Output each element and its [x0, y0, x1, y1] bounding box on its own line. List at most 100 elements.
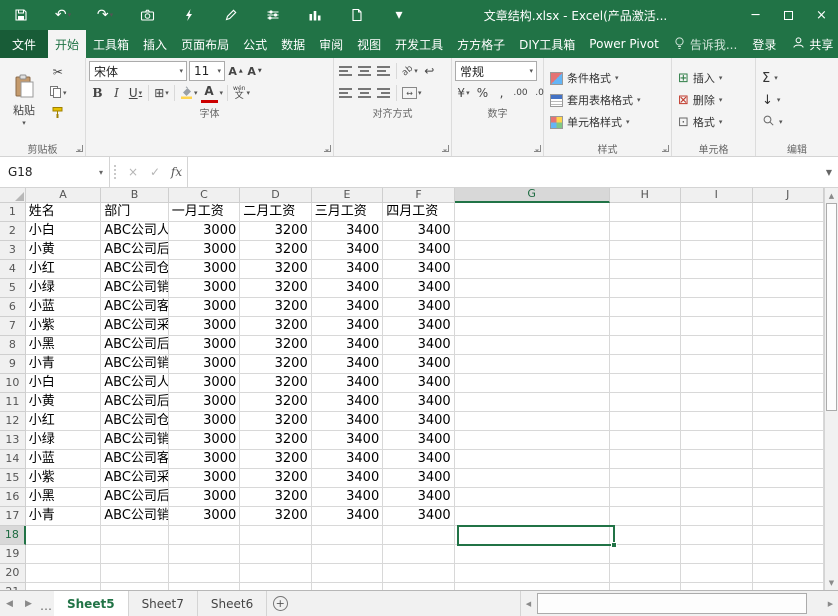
cell-C4[interactable]: 3000 — [169, 260, 240, 279]
cell-I12[interactable] — [681, 412, 752, 431]
row-header-16[interactable]: 16 — [0, 488, 26, 507]
italic-button[interactable]: I — [108, 84, 125, 103]
cell-I19[interactable] — [681, 545, 752, 564]
cell-E9[interactable]: 3400 — [312, 355, 383, 374]
cell-F1[interactable]: 四月工资 — [383, 203, 454, 222]
row-header-7[interactable]: 7 — [0, 317, 26, 336]
ribbon-tab-开始[interactable]: 开始 — [48, 30, 86, 58]
dropdown-icon[interactable]: ▾ — [719, 96, 723, 104]
ribbon-tab-开发工具[interactable]: 开发工具 — [388, 30, 450, 58]
cell-A4[interactable]: 小红 — [26, 260, 101, 279]
cell-E6[interactable]: 3400 — [312, 298, 383, 317]
cell-E18[interactable] — [312, 526, 383, 545]
paste-dropdown-icon[interactable]: ▾ — [22, 119, 26, 127]
cell-B16[interactable]: ABC公司后 — [101, 488, 169, 507]
cell-C13[interactable]: 3000 — [169, 431, 240, 450]
copy-button[interactable]: ▾ — [48, 83, 68, 102]
cell-J6[interactable] — [753, 298, 824, 317]
cell-I16[interactable] — [681, 488, 752, 507]
cell-I2[interactable] — [681, 222, 752, 241]
cell-B15[interactable]: ABC公司采 — [101, 469, 169, 488]
increase-font-button[interactable]: A — [227, 62, 244, 81]
cell-C10[interactable]: 3000 — [169, 374, 240, 393]
cell-A20[interactable] — [26, 564, 101, 583]
cell-E19[interactable] — [312, 545, 383, 564]
name-box[interactable]: G18 ▾ — [0, 157, 110, 187]
cell-F3[interactable]: 3400 — [383, 241, 454, 260]
cell-F15[interactable]: 3400 — [383, 469, 454, 488]
number-dialog-launcher[interactable] — [534, 145, 541, 152]
horizontal-scroll-thumb[interactable] — [537, 593, 807, 614]
cell-I8[interactable] — [681, 336, 752, 355]
cell-F10[interactable]: 3400 — [383, 374, 454, 393]
cell-A19[interactable] — [26, 545, 101, 564]
close-button[interactable]: × — [805, 0, 838, 30]
cell-C8[interactable]: 3000 — [169, 336, 240, 355]
cell-B6[interactable]: ABC公司客 — [101, 298, 169, 317]
cell-C16[interactable]: 3000 — [169, 488, 240, 507]
cell-I4[interactable] — [681, 260, 752, 279]
cell-A8[interactable]: 小黑 — [26, 336, 101, 355]
cell-B9[interactable]: ABC公司销 — [101, 355, 169, 374]
cell-D16[interactable]: 3200 — [240, 488, 311, 507]
cell-J16[interactable] — [753, 488, 824, 507]
cell-J10[interactable] — [753, 374, 824, 393]
new-sheet-button[interactable]: + — [267, 591, 293, 616]
formula-bar-grip[interactable] — [114, 165, 122, 179]
bold-button[interactable]: B — [89, 84, 106, 103]
cell-A12[interactable]: 小红 — [26, 412, 101, 431]
cell-G14[interactable] — [455, 450, 610, 469]
cell-F7[interactable]: 3400 — [383, 317, 454, 336]
autosum-button[interactable]: Σ▾ — [759, 68, 835, 89]
cell-H21[interactable] — [610, 583, 681, 590]
cell-G2[interactable] — [455, 222, 610, 241]
cell-B17[interactable]: ABC公司销 — [101, 507, 169, 526]
cell-H17[interactable] — [610, 507, 681, 526]
cell-B2[interactable]: ABC公司人 — [101, 222, 169, 241]
cell-I20[interactable] — [681, 564, 752, 583]
cell-A5[interactable]: 小绿 — [26, 279, 101, 298]
ribbon-tab-方方格子[interactable]: 方方格子 — [450, 30, 512, 58]
cell-E20[interactable] — [312, 564, 383, 583]
cell-G13[interactable] — [455, 431, 610, 450]
styles-dialog-launcher[interactable] — [662, 145, 669, 152]
cell-B18[interactable] — [101, 526, 169, 545]
font-color-dropdown-icon[interactable]: ▾ — [220, 89, 224, 97]
cell-A3[interactable]: 小黄 — [26, 241, 101, 260]
cell-D14[interactable]: 3200 — [240, 450, 311, 469]
cell-D9[interactable]: 3200 — [240, 355, 311, 374]
pen-icon[interactable] — [218, 3, 244, 27]
cell-C9[interactable]: 3000 — [169, 355, 240, 374]
cell-E12[interactable]: 3400 — [312, 412, 383, 431]
column-header-C[interactable]: C — [169, 188, 240, 203]
cell-C14[interactable]: 3000 — [169, 450, 240, 469]
cell-H8[interactable] — [610, 336, 681, 355]
cell-H19[interactable] — [610, 545, 681, 564]
cell-C20[interactable] — [169, 564, 240, 583]
autosum-dropdown-icon[interactable]: ▾ — [774, 74, 778, 82]
cell-D2[interactable]: 3200 — [240, 222, 311, 241]
sheet-tab-Sheet7[interactable]: Sheet7 — [129, 591, 198, 616]
cell-H18[interactable] — [610, 526, 681, 545]
cell-B10[interactable]: ABC公司人 — [101, 374, 169, 393]
cell-B14[interactable]: ABC公司客 — [101, 450, 169, 469]
cell-H6[interactable] — [610, 298, 681, 317]
cell-E3[interactable]: 3400 — [312, 241, 383, 260]
columns-icon[interactable] — [302, 3, 328, 27]
cell-G19[interactable] — [455, 545, 610, 564]
cell-J7[interactable] — [753, 317, 824, 336]
sign-in-button[interactable]: 登录 — [744, 30, 784, 58]
cell-B11[interactable]: ABC公司后 — [101, 393, 169, 412]
column-header-E[interactable]: E — [312, 188, 383, 203]
font-size-combo[interactable]: 11▾ — [189, 61, 225, 81]
cell-F19[interactable] — [383, 545, 454, 564]
cell-J18[interactable] — [753, 526, 824, 545]
cell-A6[interactable]: 小蓝 — [26, 298, 101, 317]
cell-C6[interactable]: 3000 — [169, 298, 240, 317]
column-header-A[interactable]: A — [26, 188, 101, 203]
underline-dropdown-icon[interactable]: ▾ — [139, 89, 143, 97]
horizontal-scrollbar[interactable]: ◀ ▶ — [520, 591, 838, 616]
row-header-18[interactable]: 18 — [0, 526, 26, 545]
dropdown-icon[interactable]: ▾ — [626, 118, 630, 126]
cell-J20[interactable] — [753, 564, 824, 583]
